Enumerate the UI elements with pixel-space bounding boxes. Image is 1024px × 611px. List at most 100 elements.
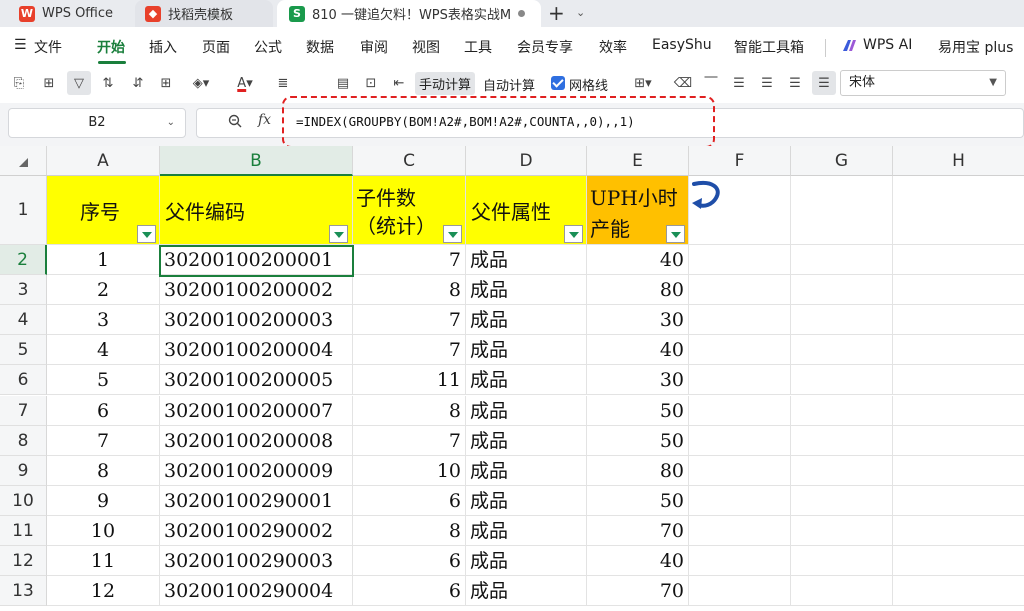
- child-count-cell[interactable]: 6: [353, 485, 466, 516]
- menu-data[interactable]: 数据: [306, 37, 334, 57]
- menu-yiyongbao[interactable]: 易用宝 plus: [938, 37, 1013, 57]
- empty-cell[interactable]: [689, 275, 791, 306]
- empty-cell[interactable]: [893, 176, 1024, 245]
- format-painter-icon[interactable]: ⎘: [8, 71, 30, 95]
- uph-cell[interactable]: 70: [587, 515, 689, 546]
- row-header[interactable]: 11: [0, 515, 47, 546]
- column-header-h[interactable]: H: [893, 146, 1024, 176]
- uph-cell[interactable]: 30: [587, 365, 689, 396]
- seq-cell[interactable]: 9: [47, 485, 160, 516]
- attr-cell[interactable]: 成品: [466, 576, 587, 607]
- child-count-cell[interactable]: 10: [353, 455, 466, 486]
- filter-dropdown-icon[interactable]: [137, 225, 156, 243]
- seq-cell[interactable]: 8: [47, 455, 160, 486]
- sort-ascending-icon[interactable]: ⇅: [97, 71, 119, 95]
- seq-cell[interactable]: 2: [47, 275, 160, 306]
- sort-descending-icon[interactable]: ⇵: [127, 71, 149, 95]
- menu-formula[interactable]: 公式: [254, 37, 282, 57]
- empty-cell[interactable]: [791, 425, 893, 456]
- attr-cell[interactable]: 成品: [466, 275, 587, 306]
- filter-dropdown-icon[interactable]: [564, 225, 583, 243]
- child-count-cell[interactable]: 7: [353, 305, 466, 336]
- name-box[interactable]: B2 ⌄: [8, 108, 186, 138]
- uph-cell[interactable]: 80: [587, 275, 689, 306]
- menu-tools[interactable]: 工具: [464, 37, 492, 57]
- empty-cell[interactable]: [893, 576, 1024, 607]
- uph-cell[interactable]: 70: [587, 576, 689, 607]
- menu-view[interactable]: 视图: [412, 37, 440, 57]
- empty-cell[interactable]: [893, 546, 1024, 577]
- row-header[interactable]: 6: [0, 365, 47, 396]
- tab-menu-chevron-icon[interactable]: ⌄: [576, 6, 585, 19]
- attr-cell[interactable]: 成品: [466, 455, 587, 486]
- menu-smart-toolbox[interactable]: 智能工具箱: [734, 37, 804, 57]
- freeze-icon[interactable]: ⇤: [388, 71, 410, 95]
- column-header-b[interactable]: B: [160, 146, 353, 176]
- filter-dropdown-icon[interactable]: [666, 225, 685, 243]
- parent-code-cell[interactable]: 30200100200007: [160, 395, 353, 426]
- comment-icon[interactable]: ▤: [332, 71, 354, 95]
- uph-cell[interactable]: 40: [587, 546, 689, 577]
- empty-cell[interactable]: [791, 395, 893, 426]
- empty-cell[interactable]: [791, 515, 893, 546]
- empty-cell[interactable]: [791, 455, 893, 486]
- column-header-a[interactable]: A: [47, 146, 160, 176]
- empty-cell[interactable]: [791, 305, 893, 336]
- seq-cell[interactable]: 1: [47, 245, 160, 276]
- align-justify-icon[interactable]: ☰: [812, 71, 836, 95]
- row-header[interactable]: 13: [0, 576, 47, 607]
- align-left-icon[interactable]: ☰: [728, 71, 750, 95]
- empty-cell[interactable]: [689, 395, 791, 426]
- row-header[interactable]: 7: [0, 395, 47, 426]
- font-family-select[interactable]: 宋体 ▼: [840, 70, 1006, 96]
- row-header[interactable]: 9: [0, 455, 47, 486]
- empty-cell[interactable]: [791, 485, 893, 516]
- menu-file[interactable]: 文件: [34, 37, 62, 57]
- parent-code-cell[interactable]: 30200100200008: [160, 425, 353, 456]
- column-header-g[interactable]: G: [791, 146, 893, 176]
- empty-cell[interactable]: [791, 335, 893, 366]
- auto-calc-button[interactable]: 自动计算: [483, 75, 535, 94]
- attr-cell[interactable]: 成品: [466, 245, 587, 276]
- empty-cell[interactable]: [689, 425, 791, 456]
- empty-cell[interactable]: [791, 245, 893, 276]
- empty-cell[interactable]: [893, 365, 1024, 396]
- clear-format-icon[interactable]: ⌫: [672, 71, 694, 95]
- empty-cell[interactable]: [893, 305, 1024, 336]
- header-cell-parent-code[interactable]: 父件编码: [160, 176, 353, 245]
- child-count-cell[interactable]: 7: [353, 425, 466, 456]
- empty-cell[interactable]: [689, 305, 791, 336]
- select-all-corner[interactable]: [0, 146, 47, 176]
- empty-cell[interactable]: [689, 365, 791, 396]
- parent-code-cell[interactable]: 30200100290003: [160, 546, 353, 577]
- header-cell-attr[interactable]: 父件属性: [466, 176, 587, 245]
- attr-cell[interactable]: 成品: [466, 305, 587, 336]
- child-count-cell[interactable]: 8: [353, 515, 466, 546]
- tab-wps-office[interactable]: W WPS Office: [0, 0, 128, 27]
- number-format-icon[interactable]: ⊞: [38, 71, 60, 95]
- column-header-e[interactable]: E: [587, 146, 689, 176]
- row-header[interactable]: 3: [0, 275, 47, 306]
- parent-code-cell[interactable]: 30200100200002: [160, 275, 353, 306]
- uph-cell[interactable]: 50: [587, 485, 689, 516]
- menu-efficiency[interactable]: 效率: [599, 37, 627, 57]
- parent-code-cell[interactable]: 30200100200004: [160, 335, 353, 366]
- empty-cell[interactable]: [791, 546, 893, 577]
- merge-icon[interactable]: ⊡: [360, 71, 382, 95]
- tab-spreadsheet[interactable]: S 810 一键追欠料！WPS表格实战M: [277, 0, 541, 27]
- seq-cell[interactable]: 10: [47, 515, 160, 546]
- row-header[interactable]: 5: [0, 335, 47, 366]
- empty-cell[interactable]: [791, 576, 893, 607]
- gridlines-checkbox[interactable]: [551, 76, 565, 90]
- attr-cell[interactable]: 成品: [466, 485, 587, 516]
- empty-cell[interactable]: [689, 546, 791, 577]
- attr-cell[interactable]: 成品: [466, 335, 587, 366]
- empty-cell[interactable]: [689, 576, 791, 607]
- seq-cell[interactable]: 3: [47, 305, 160, 336]
- seq-cell[interactable]: 12: [47, 576, 160, 607]
- uph-cell[interactable]: 80: [587, 455, 689, 486]
- child-count-cell[interactable]: 11: [353, 365, 466, 396]
- attr-cell[interactable]: 成品: [466, 546, 587, 577]
- parent-code-cell[interactable]: 30200100290004: [160, 576, 353, 607]
- seq-cell[interactable]: 7: [47, 425, 160, 456]
